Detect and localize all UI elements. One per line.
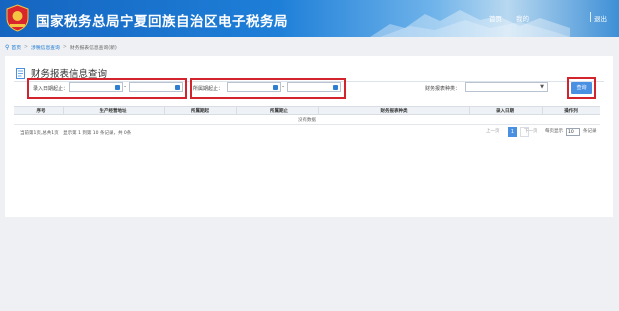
column-divider: [318, 107, 319, 115]
column-header: 序号: [36, 109, 46, 114]
calendar-icon[interactable]: [333, 85, 338, 90]
page-size-label: 每页显示: [545, 129, 563, 134]
document-icon: [16, 67, 25, 79]
query-button[interactable]: 查询: [571, 82, 592, 94]
report-type-label: 财务报表种类：: [425, 86, 461, 92]
calendar-icon[interactable]: [175, 85, 180, 90]
breadcrumb-separator: >: [24, 44, 29, 50]
breadcrumb-home[interactable]: 首页: [11, 44, 21, 51]
calendar-icon[interactable]: [115, 85, 120, 90]
breadcrumb-current: 财务报表信息查询(新): [69, 45, 117, 51]
table-empty-row: 没有数据: [14, 116, 600, 125]
column-header: 操作列: [564, 109, 578, 114]
prev-page-button[interactable]: 上一页: [486, 128, 500, 134]
logout-link[interactable]: 退出: [594, 13, 607, 23]
period-label: 所属期起止：: [193, 86, 224, 92]
period-end-input[interactable]: [287, 82, 341, 92]
range-separator: -: [124, 83, 127, 90]
breadcrumb: ⚲ 首页 > 涉税信息查询 > 财务报表信息查询(新): [5, 42, 117, 52]
entry-date-label: 录入日期起止：: [33, 86, 69, 92]
column-header: 所属期起: [191, 109, 209, 114]
range-separator: -: [282, 83, 285, 90]
site-title: 国家税务总局宁夏回族自治区电子税务局: [36, 14, 288, 30]
nav-divider: [590, 12, 591, 22]
column-divider: [469, 107, 470, 115]
pagination-info: 当前第1页,总共1页 显示第 1 到第 10 条记录，共 0条: [20, 131, 132, 136]
column-divider: [63, 107, 64, 115]
chevron-down-icon: ▼: [540, 84, 544, 90]
breadcrumb-separator: >: [62, 44, 67, 50]
column-header: 所属期止: [270, 109, 288, 114]
page-number-current[interactable]: 1: [508, 127, 517, 137]
column-divider: [542, 107, 543, 115]
breadcrumb-tax-info-query[interactable]: 涉税信息查询: [31, 44, 60, 51]
period-start-input[interactable]: [227, 82, 281, 92]
column-divider: [236, 107, 237, 115]
nav-home-link[interactable]: 首页: [489, 13, 502, 23]
entry-date-start-input[interactable]: [69, 82, 123, 92]
nav-mine-link[interactable]: 我的: [516, 13, 529, 23]
column-divider: [164, 107, 165, 115]
page-size-suffix: 条记录: [583, 129, 597, 134]
column-header: 生产经营地址: [99, 109, 127, 114]
mountain-skyline-graphic: [370, 10, 570, 37]
entry-date-end-input[interactable]: [129, 82, 183, 92]
report-type-select[interactable]: ▼: [465, 82, 548, 92]
calendar-icon[interactable]: [273, 85, 278, 90]
location-pin-icon: ⚲: [5, 43, 10, 51]
table-header: 序号 生产经营地址 所属期起 所属期止 财务报表种类 录入日期 操作列: [14, 106, 600, 115]
next-page-button[interactable]: 下一页: [524, 128, 538, 134]
column-header: 录入日期: [496, 109, 514, 114]
column-header: 财务报表种类: [380, 109, 408, 114]
tax-bureau-emblem-icon: [6, 4, 29, 32]
page-size-select[interactable]: 10: [566, 128, 580, 136]
top-header: 国家税务总局宁夏回族自治区电子税务局 首页 我的 退出: [0, 0, 619, 37]
